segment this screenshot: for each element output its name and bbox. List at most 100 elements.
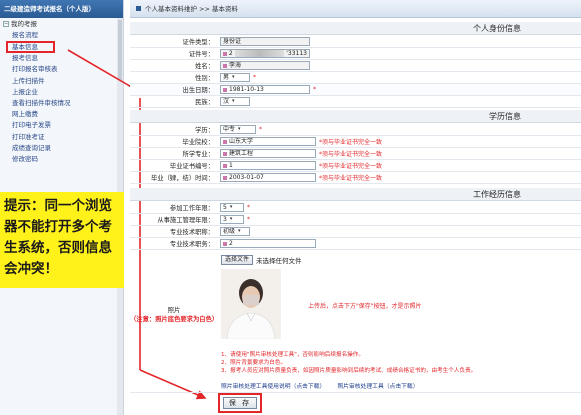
save-button[interactable]: 保 存 [222,397,258,409]
section-education: 学历信息 [130,110,581,123]
choose-file-button[interactable]: 选择文件 [221,255,254,265]
file-chooser: 选择文件 未选择任何文件 [221,255,302,265]
chevron-down-icon: ▾ [238,228,241,234]
birth-field[interactable]: 1981-10-13 [220,85,310,94]
degree-value: 中专 [223,126,236,133]
gender-value: 男 [223,74,230,81]
required-mark: * [313,86,316,93]
work-years-label: 参加工作年限： [169,205,214,212]
grad-value: 2003-01-07 [229,174,264,181]
sidebar-item-basic-info[interactable]: 基本信息 [6,41,55,54]
ethnic-label: 民族： [195,99,214,106]
tool-guide-link[interactable]: 照片审核处理工具使用说明（点击下载） [221,381,325,390]
required-mark: * [247,216,250,223]
row-birth: 出生日期： 1981-10-13 * [130,84,581,96]
id-no-suffix: '33113 [286,50,307,57]
required-mark: * [247,204,250,211]
sidebar-section-label: 我的考报 [11,20,37,28]
tool-links: 照片审核处理工具使用说明（点击下载） 照片审核处理工具（点击下载） [221,381,419,390]
school-field[interactable]: 山东大学 [220,137,316,146]
major-value: 建筑工程 [229,150,254,157]
photo-upload-tip: 上传后，点击下方"保存"按钮，才是示照片 [308,303,422,310]
field-icon [223,139,227,144]
prof-title-label: 专业技术职称： [169,229,214,236]
required-mark: * [259,126,262,133]
photo-note-3: 3、报考人员应对照片质量负责，如因照片质量影响到后续的考试、成绩合格证书的，由考… [221,368,477,374]
id-no-prefix: 2 [228,50,233,57]
row-school: 毕业院校： 山东大学 *须与毕业证书完全一致 [130,136,581,148]
sidebar-item-upload-scan[interactable]: 上传扫描件 [0,76,123,87]
degree-select[interactable]: 中专 ▾ [220,125,256,134]
chevron-down-icon: ▾ [232,74,235,80]
grad-field[interactable]: 2003-01-07 [220,173,316,182]
collapse-icon[interactable]: − [3,21,9,27]
major-label: 所学专业： [182,151,214,158]
birth-value: 1981-10-13 [229,86,264,93]
name-label: 姓名： [195,63,214,70]
section-work: 工作经历信息 [130,188,581,201]
sidebar-item-scores[interactable]: 成绩查询记录 [0,143,123,154]
field-icon [223,63,227,68]
prof-title-select[interactable]: 初级 ▾ [220,227,250,236]
gender-select[interactable]: 男 ▾ [220,73,250,82]
photo-section: 照片 （注意：照片底色要求为白色） 选择文件 未选择任何文件 上传后，点击下方"… [130,253,581,393]
name-value: 李海 [229,62,242,69]
sidebar-item-apply-info[interactable]: 报考信息 [0,53,123,64]
ethnic-value: 汉 [223,98,230,105]
chevron-down-icon: ▾ [229,204,233,210]
photo-note-1: 1、请使用"照片审核处理工具"，否则影响后续报名操作。 [221,352,364,358]
field-icon [223,163,227,168]
cert-field[interactable]: 1 [220,161,316,170]
sidebar-item-invoice[interactable]: 打印电子发票 [0,120,123,131]
field-icon [223,241,227,246]
grad-label: 毕业（肄，结）时间： [151,175,214,182]
mgmt-years-label: 从事施工管理年限： [157,217,214,224]
mgmt-years-select[interactable]: 3 ▾ [220,215,244,224]
prof-level-field[interactable]: 2 [220,239,316,248]
cert-hint: *须与毕业证书完全一致 [319,163,383,170]
sidebar-section[interactable]: − 我的考报 [0,18,123,30]
row-name: 姓名： 李海 [130,60,581,72]
sidebar-title: 二级建造师考试报名（个人版） [0,0,123,18]
photo-label-block: 照片 （注意：照片底色要求为白色） [130,305,218,324]
id-type-field: 身份证 [220,37,310,46]
row-mgmt-years: 从事施工管理年限： 3 ▾ * [130,214,581,226]
row-major: 所学专业： 建筑工程 *须与毕业证书完全一致 [130,148,581,160]
id-no-field: 2 '33113 [220,49,310,58]
sidebar-item-process[interactable]: 报名流程 [0,30,123,41]
birth-label: 出生日期： [182,87,214,94]
required-mark: * [253,74,256,81]
row-id-type: 证件类型： 身份证 [130,36,581,48]
sidebar-item-scan-status[interactable]: 查看扫描件审核情况 [0,98,123,109]
row-prof-level: 专业技术职务： 2 [130,238,581,250]
work-years-select[interactable]: 5 ▾ [220,203,244,212]
save-highlight: 保 存 [218,393,262,413]
tool-download-link[interactable]: 照片审核处理工具（点击下载） [337,381,418,390]
work-years-value: 5 [223,204,227,211]
scrollbar-thumb[interactable] [118,20,122,80]
school-value: 山东大学 [229,138,254,145]
breadcrumb: 个人基本资料维护 >> 基本资料 [130,0,581,18]
no-file-text: 未选择任何文件 [256,257,302,265]
photo-label: 照片 [167,307,181,314]
degree-label: 学历： [195,127,214,134]
row-prof-title: 专业技术职称： 初级 ▾ [130,226,581,238]
row-grad: 毕业（肄，结）时间： 2003-01-07 *须与毕业证书完全一致 [130,172,581,184]
cert-value: 1 [229,162,233,169]
major-field[interactable]: 建筑工程 [220,149,316,158]
sidebar-item-submit-company[interactable]: 上报企业 [0,87,123,98]
prof-level-value: 2 [229,240,233,247]
photo-note-2: 2、照片背景要求为白色。 [221,360,287,366]
sidebar-item-password[interactable]: 修改密码 [0,154,123,165]
ethnic-select[interactable]: 汉 ▾ [220,97,250,106]
school-label: 毕业院校： [182,139,214,146]
name-field: 李海 [220,61,310,70]
chevron-down-icon: ▾ [238,126,241,132]
sidebar-item-print-review[interactable]: 打印报名审核表 [0,64,123,75]
sidebar-item-admission[interactable]: 打印准考证 [0,132,123,143]
row-ethnic: 民族： 汉 ▾ [130,96,581,108]
school-hint: *须与毕业证书完全一致 [319,139,383,146]
redacted [234,50,285,57]
breadcrumb-icon [136,6,141,11]
sidebar-item-payment[interactable]: 网上缴费 [0,109,123,120]
